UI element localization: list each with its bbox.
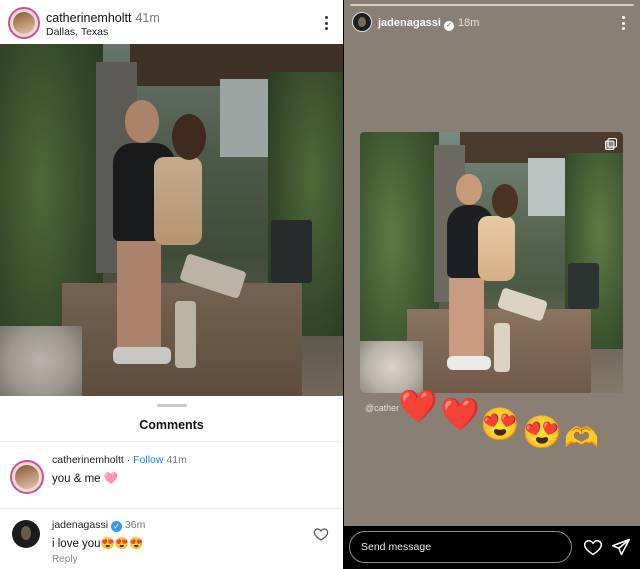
post-author-name[interactable]: catherinemholtt	[46, 11, 131, 25]
divider	[0, 441, 343, 442]
post-author-avatar[interactable]	[8, 7, 40, 39]
heart-icon[interactable]	[583, 537, 603, 557]
send-message-input[interactable]: Send message	[349, 531, 572, 563]
post-panel: catherinemholtt 41m Dallas, Texas Comment…	[0, 0, 343, 569]
comment-username[interactable]: jadenagassi	[52, 519, 108, 531]
mention-text: @cather	[365, 403, 400, 413]
comment-text: you & me 🩷	[52, 473, 119, 485]
comment-header: catherinemholtt · Follow 41m	[52, 454, 187, 466]
comment-avatar[interactable]	[12, 520, 40, 548]
heart-sticker: ❤️	[398, 388, 438, 424]
verified-icon: ✓	[110, 521, 122, 532]
post-author[interactable]: catherinemholtt 41m	[46, 11, 160, 25]
heart-icon[interactable]	[313, 526, 329, 542]
divider	[0, 508, 343, 509]
sheet-drag-handle[interactable]	[157, 404, 187, 407]
comment-time: 41m	[166, 454, 187, 466]
comment-header: jadenagassi ✓ 36m	[52, 519, 145, 532]
heart-eyes-sticker: 😍	[480, 406, 520, 442]
post-photo[interactable]	[0, 44, 343, 396]
story-progress-bar	[350, 4, 634, 6]
send-icon[interactable]	[611, 537, 631, 557]
heart-hands-sticker: 🫶	[564, 422, 599, 453]
heart-eyes-sticker: 😍	[522, 414, 562, 450]
reply-button[interactable]: Reply	[52, 554, 78, 565]
comment-avatar[interactable]	[10, 460, 44, 494]
verified-icon: ✓	[443, 21, 454, 31]
story-reply-bar: Send message	[344, 526, 640, 569]
more-vertical-icon[interactable]	[316, 12, 336, 34]
story-panel: jadenagassi ✓ 18m @cather lt ❤️ ❤️ 😍 😍 🫶 Se…	[344, 0, 640, 569]
carousel-icon	[605, 138, 617, 150]
comments-title: Comments	[139, 418, 204, 432]
story-time: 18m	[457, 17, 480, 29]
post-header: catherinemholtt 41m Dallas, Texas	[0, 0, 343, 44]
comment-text: i love you😍😍😍	[52, 538, 144, 550]
more-vertical-icon[interactable]	[613, 12, 633, 34]
story-username[interactable]: jadenagassi	[378, 17, 441, 29]
heart-sticker: ❤️	[440, 396, 480, 432]
story-author-avatar[interactable]	[352, 12, 372, 32]
comments-sheet: Comments catherinemholtt · Follow 41m yo…	[0, 396, 343, 569]
follow-button[interactable]: Follow	[133, 454, 163, 466]
post-location[interactable]: Dallas, Texas	[46, 26, 108, 38]
comment-username[interactable]: catherinemholtt	[52, 454, 124, 466]
post-time: 41m	[135, 11, 160, 25]
comment-time: 36m	[124, 519, 146, 531]
shared-post-photo[interactable]	[360, 132, 623, 393]
story-author[interactable]: jadenagassi ✓ 18m	[378, 17, 479, 31]
